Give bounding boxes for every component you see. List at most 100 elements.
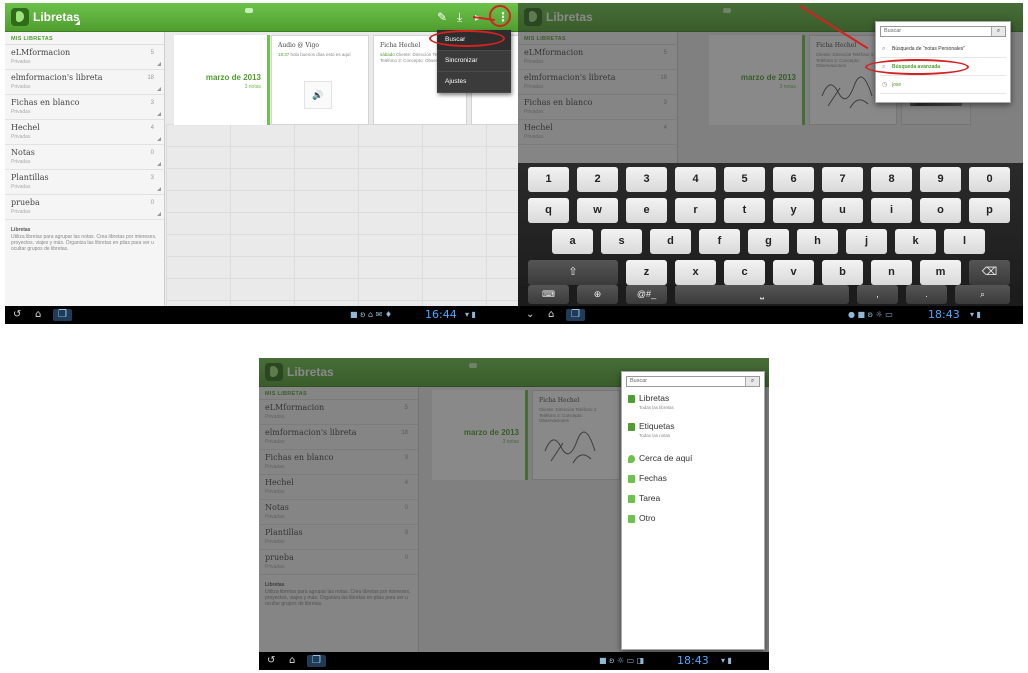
key[interactable]: x [675, 260, 716, 285]
help-title: Libretas [11, 227, 31, 233]
filter-label: Etiquetas [639, 421, 675, 431]
filter-label: Cerca de aquí [639, 453, 693, 463]
corner-triangle-icon [157, 87, 161, 91]
filter-item-etiquetas[interactable]: Etiquetas Todas las notas [626, 420, 760, 444]
key[interactable]: i [871, 198, 912, 223]
notebook-item[interactable]: eLMformacion Privadas 5 [5, 45, 164, 70]
hide-keyboard-icon[interactable]: ⌄ [526, 309, 534, 321]
key[interactable]: u [822, 198, 863, 223]
back-icon[interactable]: ↺ [267, 655, 275, 667]
symbols-key[interactable]: @#_ [626, 285, 667, 304]
key[interactable]: g [748, 229, 789, 254]
recent-apps-icon[interactable]: ❐ [566, 309, 585, 321]
key[interactable]: 3 [626, 167, 667, 192]
menu-item-sincronizar[interactable]: Sincronizar [437, 51, 511, 72]
filter-item-fechas[interactable]: Fechas [626, 472, 760, 488]
menu-item-ajustes[interactable]: Ajustes [437, 72, 511, 93]
key[interactable]: h [797, 229, 838, 254]
key[interactable]: t [724, 198, 765, 223]
key[interactable]: m [920, 260, 961, 285]
key[interactable]: s [601, 229, 642, 254]
month-group[interactable]: marzo de 2013 3 notas [174, 35, 270, 125]
key[interactable]: n [871, 260, 912, 285]
back-icon[interactable]: ↺ [13, 309, 21, 321]
key[interactable]: q [528, 198, 569, 223]
notebook-name: elmformacion's libreta [11, 73, 103, 82]
home-icon[interactable]: ⌂ [548, 309, 554, 321]
new-note-icon[interactable]: ✎ [437, 10, 447, 24]
filter-sub: Todas las notas [639, 433, 671, 438]
clock: 18:43 [928, 308, 960, 321]
help-box: LibretasUtiliza libretas para agrupar la… [5, 220, 164, 259]
key[interactable]: f [699, 229, 740, 254]
notebook-item[interactable]: Fichas en blanco Privadas 3 [5, 95, 164, 120]
suggestion-item[interactable]: ⌕ Búsqueda de "notas Personales" [880, 42, 1006, 58]
key[interactable]: 4 [675, 167, 716, 192]
suggestion-label: jose [892, 82, 902, 88]
notebook-count: 3 [150, 100, 154, 106]
home-icon[interactable]: ⌂ [289, 655, 295, 667]
search-key-icon[interactable]: ⌕ [955, 285, 1010, 304]
key[interactable]: j [846, 229, 887, 254]
notebook-count: 4 [150, 125, 154, 131]
key[interactable]: 5 [724, 167, 765, 192]
clock: 18:43 [677, 654, 709, 667]
notebook-item[interactable]: Plantillas Privadas 3 [5, 170, 164, 195]
download-icon[interactable]: ⤓ [457, 10, 462, 24]
corner-triangle-icon [157, 162, 161, 166]
search-input[interactable]: Buscar ⌕ [626, 376, 760, 387]
key[interactable]: b [822, 260, 863, 285]
note-card[interactable]: Audio @ Vigo 18:37 hola buenos días esto… [271, 35, 369, 125]
notebook-sub: Privadas [11, 134, 31, 140]
filter-item-otro[interactable]: Otro [626, 512, 760, 528]
notebook-name: Hechel [11, 123, 40, 132]
key[interactable]: 0 [969, 167, 1010, 192]
key[interactable]: 2 [577, 167, 618, 192]
key[interactable]: p [969, 198, 1010, 223]
backspace-key-icon[interactable]: ⌫ [969, 260, 1010, 285]
shift-key-icon[interactable]: ⇧ [528, 260, 618, 285]
key[interactable]: 6 [773, 167, 814, 192]
recent-apps-icon[interactable]: ❐ [53, 309, 72, 321]
notebook-item[interactable]: Hechel Privadas 4 [5, 120, 164, 145]
key[interactable]: k [895, 229, 936, 254]
notebook-item[interactable]: Notas Privadas 0 [5, 145, 164, 170]
annotation-circle-advanced [865, 59, 969, 75]
key[interactable]: r [675, 198, 716, 223]
space-key[interactable]: ⎵ [675, 285, 849, 304]
key[interactable]: y [773, 198, 814, 223]
key[interactable]: a [552, 229, 593, 254]
period-key[interactable]: . [906, 285, 947, 304]
search-input[interactable]: Buscar ⌕ [880, 26, 1006, 37]
key[interactable]: 7 [822, 167, 863, 192]
evernote-logo-icon[interactable] [11, 8, 29, 26]
key[interactable]: 9 [920, 167, 961, 192]
key[interactable]: o [920, 198, 961, 223]
key[interactable]: e [626, 198, 667, 223]
key[interactable]: w [577, 198, 618, 223]
filter-sub: Todas las libretas [639, 405, 674, 410]
app-title[interactable]: Libretas [33, 10, 80, 24]
key[interactable]: d [650, 229, 691, 254]
key[interactable]: v [773, 260, 814, 285]
key[interactable]: l [944, 229, 985, 254]
search-icon[interactable]: ⌕ [745, 377, 759, 386]
recent-apps-icon[interactable]: ❐ [307, 655, 326, 667]
home-icon[interactable]: ⌂ [35, 309, 41, 321]
key[interactable]: 8 [871, 167, 912, 192]
notebook-count: 18 [147, 75, 154, 81]
globe-icon[interactable]: ⊕ [577, 285, 618, 304]
keyboard-settings-icon[interactable]: ⌨ [528, 285, 569, 304]
key[interactable]: z [626, 260, 667, 285]
key[interactable]: c [724, 260, 765, 285]
comma-key[interactable]: , [857, 285, 898, 304]
notebook-item[interactable]: prueba Privadas 0 [5, 195, 164, 220]
suggestion-item[interactable]: ◷ jose [880, 78, 1006, 94]
notebook-item[interactable]: elmformacion's libreta Privadas 18 [5, 70, 164, 95]
filter-item-libretas[interactable]: Libretas Todas las libretas [626, 392, 760, 416]
filter-item-cerca[interactable]: Cerca de aquí [626, 452, 760, 468]
key[interactable]: 1 [528, 167, 569, 192]
note-snippet: 18:37 hola buenos días esto es aquí [278, 52, 362, 58]
search-icon[interactable]: ⌕ [991, 27, 1005, 36]
filter-item-tarea[interactable]: Tarea [626, 492, 760, 508]
